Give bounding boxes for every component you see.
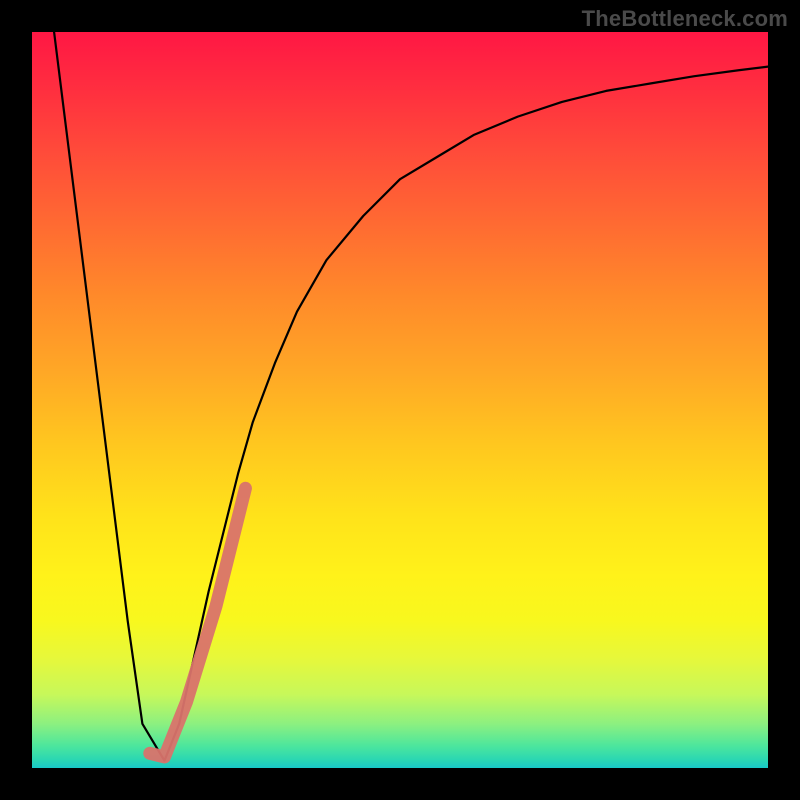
plot-area — [32, 32, 768, 768]
highlight-overlay — [150, 488, 246, 757]
curve-layer — [32, 32, 768, 768]
watermark-text: TheBottleneck.com — [582, 6, 788, 32]
bottleneck-curve — [54, 32, 768, 761]
chart-frame: TheBottleneck.com — [0, 0, 800, 800]
